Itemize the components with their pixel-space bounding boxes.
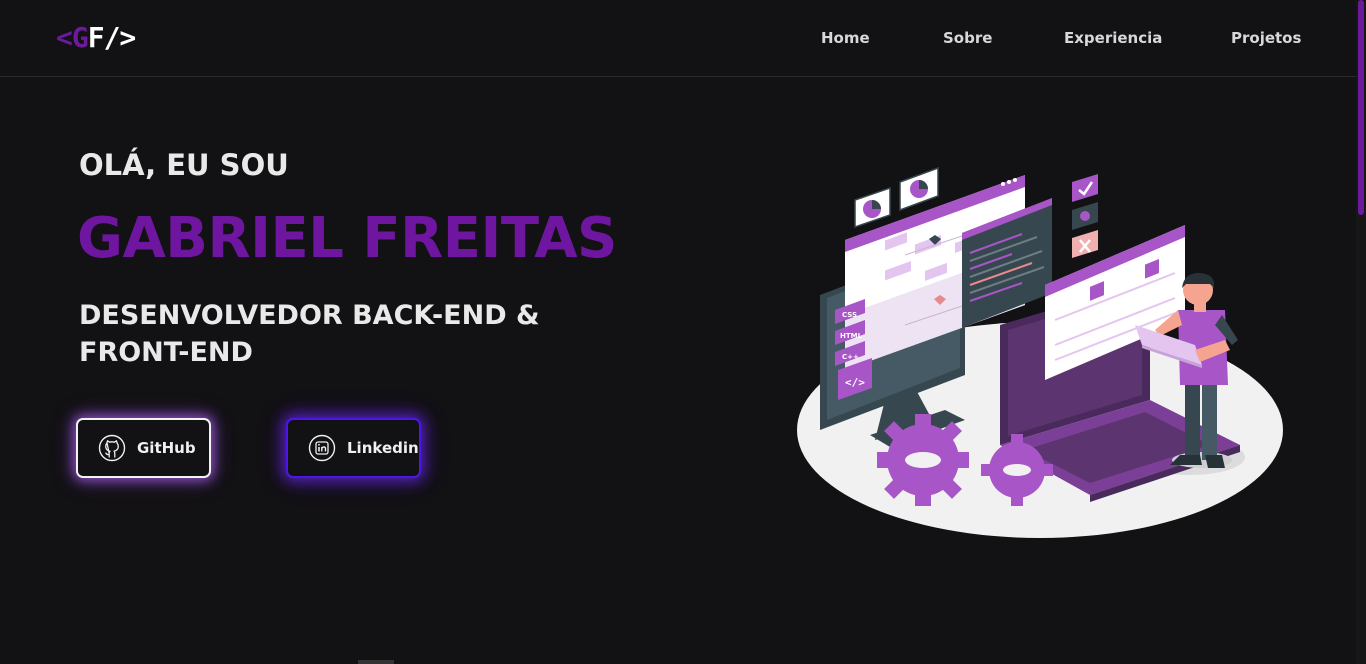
scrollbar[interactable] [1356,0,1366,664]
hero-greeting: OLÁ, EU SOU [79,148,289,182]
hero-role: DESENVOLVEDOR BACK-END & FRONT-END [79,300,540,368]
status-tiles [1072,174,1098,258]
pie-chart-bubble-2 [899,166,939,212]
linkedin-button-label: Linkedin [347,439,419,457]
logo[interactable]: <GF/> [56,21,137,54]
developer-illustration: CSS HTML C++ </> [797,166,1283,538]
linkedin-icon [308,434,336,462]
navbar: <GF/> Home Sobre Experiencia Projetos [0,0,1356,77]
github-button[interactable]: GitHub [76,418,211,478]
svg-text:</>: </> [845,376,865,389]
gear-large [877,414,969,506]
nav-item-projetos[interactable]: Projetos [1231,28,1301,48]
hero-name: GABRIEL FREITAS [77,206,617,271]
pie-chart-bubble-1 [854,186,891,229]
linkedin-button[interactable]: Linkedin [286,418,421,478]
github-button-label: GitHub [137,439,196,457]
logo-rest: F/> [87,21,137,54]
badge-cpp: C++ [842,353,859,361]
logo-bracket: < [56,21,73,54]
nav-item-experiencia[interactable]: Experiencia [1064,28,1162,48]
badge-html: HTML [840,332,863,340]
nav-item-sobre[interactable]: Sobre [943,28,992,48]
bottom-scroll-indicator [358,660,394,664]
badge-css: CSS [842,311,857,319]
github-icon [98,434,126,462]
logo-letter-g: G [71,21,89,54]
scrollbar-thumb[interactable] [1358,0,1364,215]
nav-item-home[interactable]: Home [821,28,870,48]
